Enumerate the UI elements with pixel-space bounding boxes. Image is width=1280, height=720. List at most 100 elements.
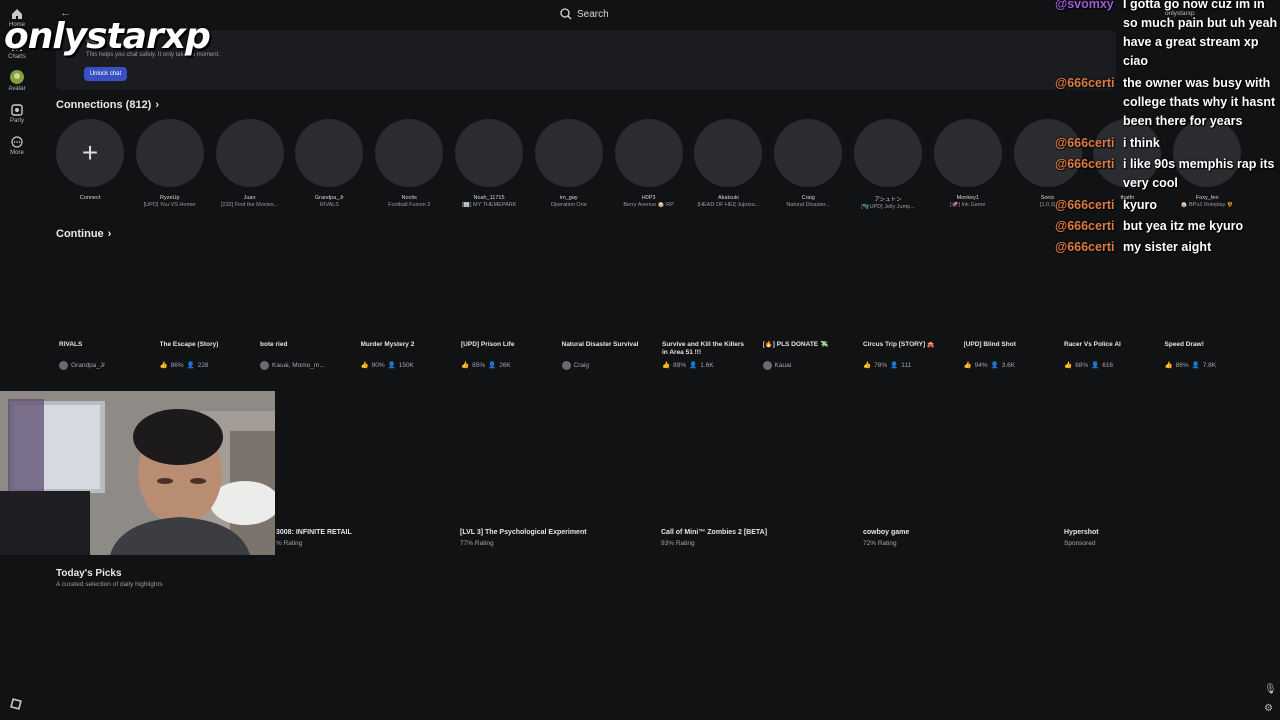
plus-icon: + <box>56 119 124 187</box>
sidebar-item-more[interactable]: More <box>0 136 34 156</box>
connection-name: アシュトン <box>874 197 902 203</box>
chat-username: @666certi <box>1055 219 1115 233</box>
sidebar-item-avatar[interactable]: Avatar <box>0 70 34 92</box>
game-meta: 👍 94% 👤 3.6K <box>963 361 1052 370</box>
friend-avatar <box>59 361 68 370</box>
game-title: Hypershot <box>1064 529 1099 536</box>
connection-name: RyzeUp <box>160 195 180 201</box>
avatar <box>694 119 763 187</box>
connect-button[interactable]: + Connect <box>55 119 125 202</box>
featured-game-tile[interactable]: [LVL 3] The Psychological Experiment 77% … <box>460 529 650 547</box>
game-title: 3008: INFINITE RETAIL <box>276 529 352 536</box>
microphone-icon[interactable]: 🎙 <box>1264 684 1277 695</box>
chat-username: @666certi <box>1055 240 1115 254</box>
game-title: [🔥] PLS DONATE 💸 <box>762 341 829 348</box>
connection-tile[interactable]: Grandpa_Jr RIVALS <box>294 119 364 208</box>
thumbs-up-icon: 👍 <box>863 362 872 369</box>
continue-header[interactable]: Continue › <box>56 228 111 240</box>
game-title: Circus Trip [STORY] 🎪 <box>863 341 936 348</box>
game-players: 3.6K <box>1001 361 1016 369</box>
chevron-right-icon: › <box>155 99 160 111</box>
avatar-icon <box>10 70 24 84</box>
game-tile[interactable]: Survive and Kill the Killers in Area 51 … <box>662 341 750 369</box>
game-title: Murder Mystery 2 <box>360 341 415 348</box>
connection-name: Connect <box>79 195 101 201</box>
players-icon: 👤 <box>387 362 396 369</box>
game-tile[interactable]: Speed Draw! 👍 86% 👤 7.8K <box>1165 341 1253 369</box>
connection-tile[interactable]: RyzeUp [UPD] You VS Homer <box>135 119 205 208</box>
game-tile[interactable]: [UPD] Blind Shot 👍 94% 👤 3.6K <box>964 341 1052 369</box>
settings-icon[interactable]: ⚙ <box>1264 703 1273 714</box>
featured-game-tile[interactable]: 3008: INFINITE RETAIL % Rating <box>276 529 466 547</box>
connection-status: Berry Avenue 🏠 RP <box>623 202 674 208</box>
players-icon: 👤 <box>689 362 698 369</box>
game-tile[interactable]: The Escape (Story) 👍 86% 👤 228 <box>160 341 248 369</box>
chat-message: @svomxy I gotta go now cuz im in so much… <box>1052 0 1280 71</box>
chat-text: i like 90s memphis rap its very cool <box>1123 157 1275 190</box>
game-tile[interactable]: [UPD] Prison Life 👍 85% 👤 26K <box>461 341 549 369</box>
game-tile[interactable]: Racer Vs Police AI 👍 88% 👤 616 <box>1064 341 1152 369</box>
unlock-chat-button[interactable]: Unlock chat <box>84 67 127 81</box>
connection-name: im_gay <box>559 195 578 201</box>
game-tile[interactable]: Circus Trip [STORY] 🎪 👍 78% 👤 111 <box>863 341 951 369</box>
connection-name: Noctis <box>401 195 417 201</box>
game-tile[interactable]: Natural Disaster Survival Craig <box>561 341 650 370</box>
continue-title: Continue <box>56 228 104 240</box>
connection-tile[interactable]: アシュトン [🫧UPD] Jelly Jump... <box>853 119 923 210</box>
connection-status: [🫧UPD] Jelly Jump... <box>861 204 915 210</box>
avatar <box>774 119 843 187</box>
game-players: 150K <box>398 361 414 369</box>
game-tile[interactable]: Murder Mystery 2 👍 90% 👤 150K <box>361 341 449 369</box>
game-meta: 👍 85% 👤 26K <box>461 361 549 370</box>
avatar <box>375 119 444 187</box>
players-icon: 👤 <box>1091 362 1100 369</box>
connection-tile[interactable]: Akatsuki [HEAD OF HEI] Jujutsu... <box>693 119 763 208</box>
featured-game-tile[interactable]: cowboy game 72% Rating <box>863 529 1053 547</box>
connection-name: Juan <box>243 195 256 201</box>
connection-tile[interactable]: Craig Natural Disaster... <box>773 119 843 208</box>
thumbs-up-icon: 👍 <box>461 362 470 369</box>
stream-chat-overlay: @svomxy I gotta go now cuz im in so much… <box>1052 0 1280 260</box>
featured-game-tile[interactable]: Call of Mini™ Zombies 2 [BETA] 93% Rating <box>661 529 851 547</box>
chat-text: my sister aight <box>1123 240 1212 254</box>
connection-tile[interactable]: Noah_11715 [🏢] MY THEMEPARK <box>454 119 524 208</box>
friend-name: Kauai, Momo_m... <box>272 362 325 369</box>
chat-username: @666certi <box>1055 198 1115 212</box>
game-meta: Kauai <box>762 361 851 370</box>
friend-name: Grandpa_Jr <box>71 362 106 369</box>
avatar <box>534 119 603 187</box>
friend-avatar <box>762 361 772 370</box>
game-tile[interactable]: bote ried Kauai, Momo_m... <box>260 341 348 370</box>
game-rating: 86% <box>170 361 184 369</box>
game-title: [UPD] Blind Shot <box>963 341 1016 348</box>
connection-tile[interactable]: Juan [232] Find the Movies... <box>215 119 285 208</box>
connection-name: H0P3 <box>641 195 656 201</box>
search-button[interactable]: Search <box>560 6 609 22</box>
game-rating: % Rating <box>276 540 303 547</box>
game-players: 111 <box>901 361 912 369</box>
friend-name: Craig <box>573 362 590 369</box>
game-tile[interactable]: [🔥] PLS DONATE 💸 Kauai <box>762 341 851 370</box>
game-title: Survive and Kill the Killers in Area 51 … <box>662 341 744 356</box>
connection-tile[interactable]: Monkey1 [🦑] Ink Game <box>933 119 1003 208</box>
game-tile[interactable]: RIVALS Grandpa_Jr <box>59 341 147 370</box>
connection-tile[interactable]: H0P3 Berry Avenue 🏠 RP <box>614 119 684 208</box>
connection-tile[interactable]: im_gay Operation One <box>534 119 604 208</box>
game-rating: 88% <box>1075 361 1089 369</box>
players-icon: 👤 <box>488 362 497 369</box>
thumbs-up-icon: 👍 <box>963 362 972 369</box>
sidebar-item-label: Avatar <box>8 86 26 92</box>
chat-text: i think <box>1123 136 1160 150</box>
webcam-overlay <box>0 391 275 555</box>
game-title: Racer Vs Police AI <box>1064 341 1121 348</box>
game-players: 26K <box>499 361 511 369</box>
connections-header[interactable]: Connections (812) › <box>56 99 159 111</box>
connection-tile[interactable]: Noctis Football Fusion 2 <box>374 119 444 208</box>
connection-status: Operation One <box>550 202 587 208</box>
connection-status: [🦑] Ink Game <box>950 202 986 208</box>
featured-game-tile[interactable]: Hypershot Sponsored <box>1064 529 1254 547</box>
sidebar-item-label: More <box>10 150 24 156</box>
sidebar-item-party[interactable]: Party <box>0 104 34 124</box>
avatar <box>135 119 204 187</box>
roblox-logo-icon[interactable] <box>10 698 22 713</box>
